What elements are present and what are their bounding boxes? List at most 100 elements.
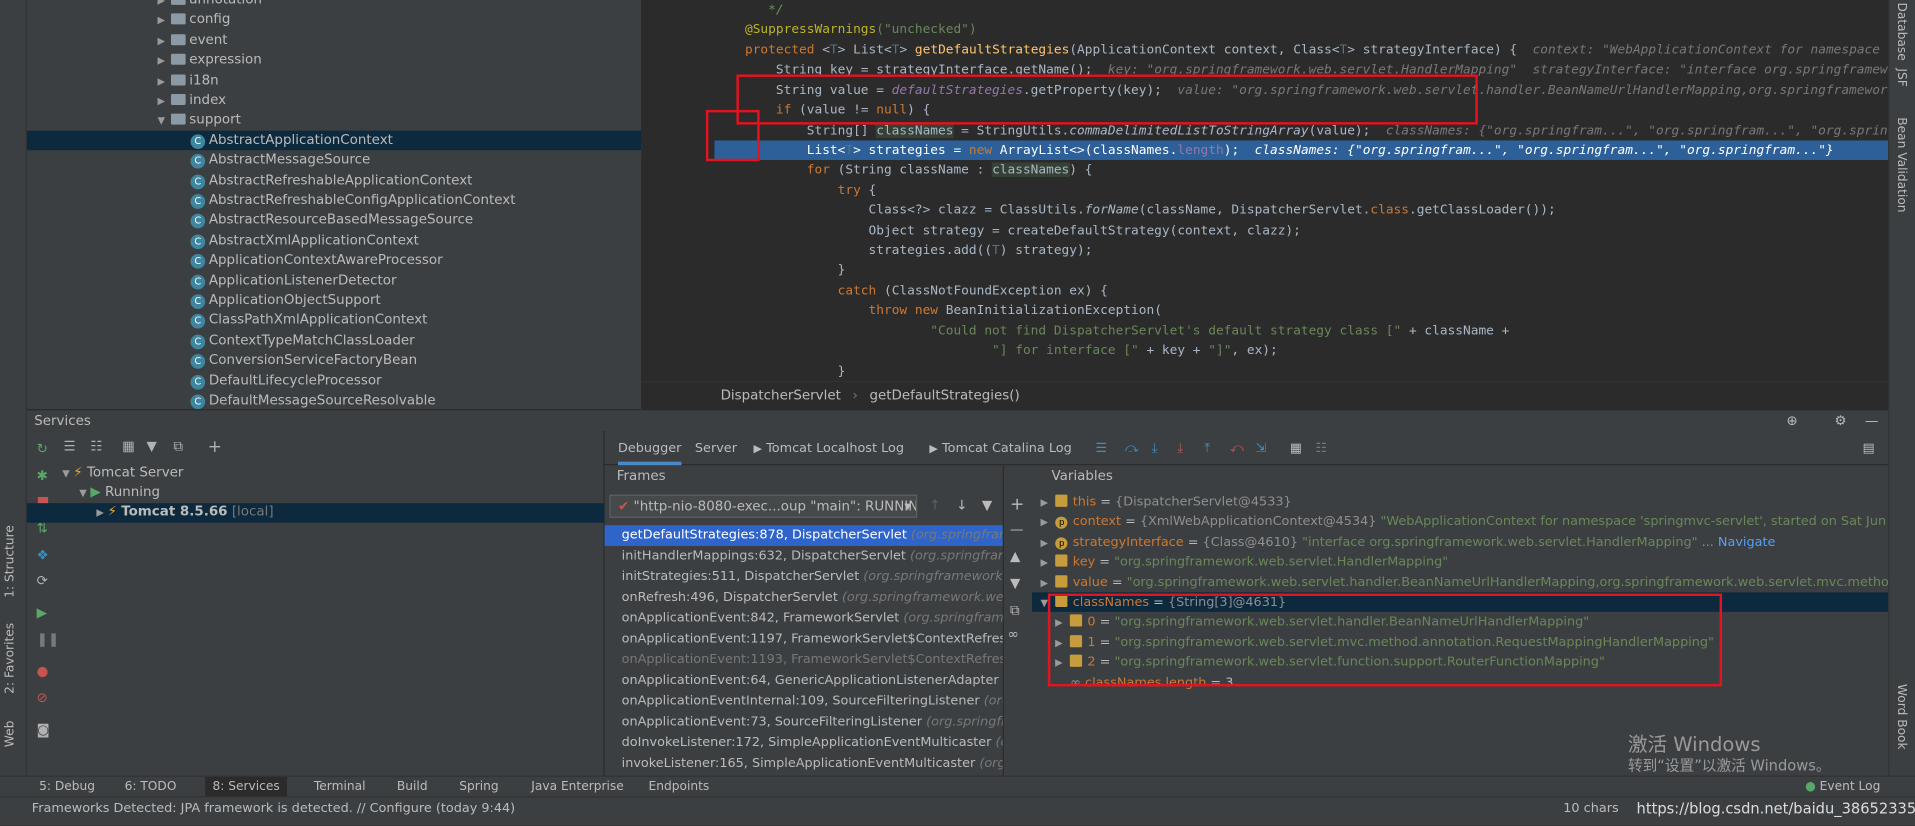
tab-server[interactable]: Server (695, 431, 737, 465)
stack-frame[interactable]: onApplicationEvent:842, FrameworkServlet… (605, 608, 1003, 629)
tree-item[interactable]: C AbstractResourceBasedMessageSource (27, 211, 641, 231)
frame-down-icon[interactable]: ↓ (956, 497, 967, 513)
expand-arrow-icon[interactable]: ▶ (1037, 574, 1052, 594)
chevron-right-icon[interactable]: ▶ (154, 72, 169, 92)
database-tool-tab[interactable]: Database (1894, 2, 1907, 60)
stack-frame[interactable]: onApplicationEvent:1193, FrameworkServle… (605, 650, 1003, 671)
trace-icon[interactable]: ☷ (1315, 431, 1327, 465)
chevron-right-icon[interactable]: ▶ (154, 92, 169, 112)
event-log-button[interactable]: ● Event Log (1805, 777, 1880, 798)
show-execution-point-icon[interactable]: ☰ (1096, 431, 1108, 465)
stack-frame[interactable]: initHandlerMappings:632, DispatcherServl… (605, 546, 1003, 567)
minimize-icon[interactable]: — (1865, 410, 1878, 432)
running-node[interactable]: ▼ ▶ Running (76, 484, 160, 500)
view-breakpoints-icon[interactable]: ● (37, 663, 49, 679)
tree-item[interactable]: C ClassPathXmlApplicationContext (27, 311, 641, 331)
web-tool-tab[interactable]: Web (4, 721, 17, 748)
new-watch-icon[interactable]: + (1010, 495, 1024, 515)
tab-todo[interactable]: 6: TODO (125, 777, 177, 798)
expand-arrow-icon[interactable]: ▶ (1037, 493, 1052, 513)
variable-row[interactable]: ▶ p strategyInterface = {Class@4610} "int… (1032, 532, 1888, 552)
artifact-icon[interactable]: ❖ (37, 547, 49, 563)
expand-arrow-icon[interactable]: ▶ (1037, 533, 1052, 553)
stack-frame[interactable]: onApplicationEvent:73, SourceFilteringLi… (605, 712, 1003, 733)
stack-frame[interactable]: doInvokeListener:172, SimpleApplicationE… (605, 733, 1003, 754)
tab-debug[interactable]: 5: Debug (39, 777, 95, 798)
tree-item[interactable]: C ContextTypeMatchClassLoader (27, 331, 641, 351)
tree-item[interactable]: ▶ i18n (27, 70, 641, 90)
tab-spring[interactable]: Spring (459, 777, 498, 798)
crosshair-icon[interactable]: ⊕ (1786, 410, 1797, 432)
tab-catalina-log[interactable]: ▶ Tomcat Catalina Log (929, 431, 1071, 465)
tree-item[interactable]: C AbstractXmlApplicationContext (27, 231, 641, 251)
thread-selector[interactable]: ✔ "http-nio-8080-exec...oup "main": RUNN… (609, 494, 918, 518)
tree-item[interactable]: C ApplicationObjectSupport (27, 291, 641, 311)
tree-item[interactable]: C DefaultLifecycleProcessor (27, 371, 641, 391)
stack-frame[interactable]: initStrategies:511, DispatcherServlet (o… (605, 567, 1003, 588)
collapse-all-icon[interactable]: ☷ (90, 438, 102, 454)
resume-icon[interactable]: ▶ (37, 605, 47, 621)
tree-item[interactable]: C AbstractMessageSource (27, 150, 641, 170)
expand-all-icon[interactable]: ☰ (64, 438, 76, 454)
tab-debugger[interactable]: Debugger (617, 431, 682, 466)
tree-item[interactable]: ▶ event (27, 30, 641, 50)
tree-item[interactable]: C AbstractRefreshableConfigApplicationCon… (27, 191, 641, 211)
group-icon[interactable]: ▦ (122, 438, 135, 454)
expand-arrow-icon[interactable]: ▶ (1037, 553, 1052, 573)
step-over-icon[interactable]: ⤼ (1125, 431, 1139, 465)
status-message[interactable]: Frameworks Detected: JPA framework is de… (32, 798, 515, 820)
variable-row[interactable]: ▶ value = "org.springframework.web.servl… (1032, 572, 1888, 592)
chevron-right-icon[interactable]: ▶ (154, 32, 169, 52)
tree-item[interactable]: C AbstractRefreshableApplicationContext (27, 170, 641, 190)
stack-frame[interactable]: onApplicationEventInternal:109, SourceFi… (605, 691, 1003, 712)
code-editor[interactable]: */ @SuppressWarnings("unchecked") protec… (641, 0, 1889, 382)
breadcrumb-class[interactable]: DispatcherServlet (721, 387, 841, 403)
tab-terminal[interactable]: Terminal (314, 777, 366, 798)
debug-icon[interactable]: ✱ (37, 468, 48, 484)
step-into-icon[interactable]: ⤓ (1152, 431, 1158, 465)
evaluate-icon[interactable]: ▦ (1290, 431, 1302, 465)
tab-java-enterprise[interactable]: Java Enterprise (531, 777, 624, 798)
frame-up-icon[interactable]: ↑ (929, 497, 940, 513)
favorites-tool-tab[interactable]: 2: Favorites (4, 623, 17, 694)
expand-arrow-icon[interactable]: ▶ (1037, 513, 1052, 533)
jsf-tool-tab[interactable]: JSF (1894, 68, 1907, 86)
mute-breakpoints-icon[interactable]: ⊘ (37, 690, 48, 706)
chevron-right-icon[interactable]: ▶ (154, 52, 169, 72)
tree-item[interactable]: ▶ expression (27, 50, 641, 70)
tomcat-instance-row[interactable]: ▶ ⚡ Tomcat 8.5.66 [local] (26, 503, 605, 523)
camera-icon[interactable]: ◙ (37, 722, 50, 738)
glasses-icon[interactable]: ∞ (1008, 627, 1019, 643)
force-step-into-icon[interactable]: ⤓ (1177, 431, 1183, 465)
stack-frame[interactable]: onApplicationEvent:1197, FrameworkServle… (605, 629, 1003, 650)
tree-item[interactable]: C ApplicationContextAwareProcessor (27, 251, 641, 271)
tree-item[interactable]: ▶ config (27, 10, 641, 30)
tab-services[interactable]: 8: Services (205, 776, 288, 798)
chevron-right-icon[interactable]: ▶ (154, 11, 169, 31)
step-out-icon[interactable]: ⤒ (1204, 431, 1210, 465)
add-icon[interactable]: + (208, 437, 222, 457)
pause-icon[interactable]: ❚❚ (37, 631, 60, 647)
drop-frame-icon[interactable]: ⤺ (1230, 431, 1244, 465)
structure-tool-tab[interactable]: 1: Structure (4, 525, 17, 598)
tree-item[interactable]: ▶ index (27, 90, 641, 110)
tree-item[interactable]: C ApplicationListenerDetector (27, 271, 641, 291)
stack-frame[interactable]: invokeListener:165, SimpleApplicationEve… (605, 754, 1003, 775)
stack-frame[interactable]: onApplicationEvent:64, GenericApplicatio… (605, 670, 1003, 691)
stack-frame[interactable]: getDefaultStrategies:878, DispatcherServ… (604, 525, 1003, 546)
remove-watch-icon[interactable]: — (1010, 521, 1023, 537)
stack-frame[interactable]: onRefresh:496, DispatcherServlet (org.sp… (605, 587, 1003, 608)
frame-filter-icon[interactable]: ▼ (982, 497, 992, 513)
tab-localhost-log[interactable]: ▶ Tomcat Localhost Log (754, 431, 904, 465)
copy-icon[interactable]: ⧉ (1010, 602, 1020, 619)
gear-icon[interactable]: ⚙ (1835, 410, 1847, 432)
variable-row[interactable]: ▶ key = "org.springframework.web.servlet… (1032, 552, 1888, 572)
new-tab-icon[interactable]: ⧉ (173, 438, 183, 455)
variable-row[interactable]: ▶ this = {DispatcherServlet@4533} (1032, 492, 1888, 512)
bean-validation-tool-tab[interactable]: Bean Validation (1894, 117, 1907, 212)
tree-item[interactable]: ▶annotation (27, 0, 641, 10)
chevron-down-icon[interactable]: ▼ (154, 112, 169, 132)
tree-item[interactable]: C DefaultMessageSourceResolvable (27, 391, 641, 410)
watch-down-icon[interactable]: ▼ (1010, 575, 1020, 591)
filter-icon[interactable]: ▼ (147, 438, 157, 454)
